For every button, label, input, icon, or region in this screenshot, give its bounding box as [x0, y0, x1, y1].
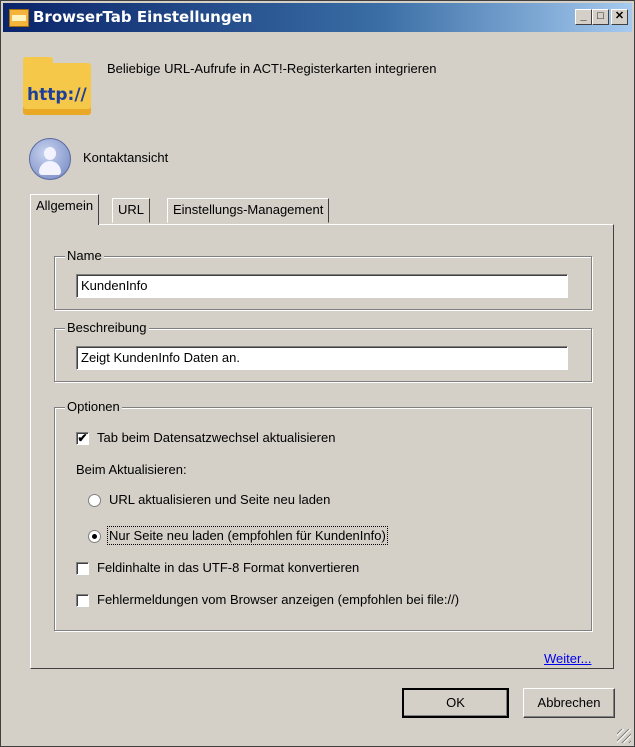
page-reload-radio[interactable] — [88, 530, 101, 543]
tab-allgemein[interactable]: Allgemein — [30, 194, 100, 225]
refresh-on-change-checkbox[interactable]: ✔ — [76, 432, 89, 445]
title-bar[interactable]: BrowserTab Einstellungen _ □ ✕ — [3, 3, 632, 32]
description-group: Beschreibung Zeigt KundenInfo Daten an. — [54, 320, 592, 382]
resize-grip-icon[interactable] — [617, 729, 631, 743]
tab-label: Allgemein — [36, 198, 94, 213]
tab-label: URL — [118, 202, 145, 217]
header-description: Beliebige URL-Aufrufe in ACT!-Registerka… — [107, 61, 437, 76]
close-button[interactable]: ✕ — [611, 9, 628, 25]
app-folder-icon — [9, 9, 29, 27]
tab-einstellungs-management[interactable]: Einstellungs-Management — [167, 198, 330, 223]
window-title: BrowserTab Einstellungen — [33, 8, 253, 26]
minimize-button[interactable]: _ — [575, 9, 592, 25]
http-icon-text: http:// — [27, 85, 87, 105]
options-group: Optionen ✔ Tab beim Datensatzwechsel akt… — [54, 399, 592, 631]
maximize-button[interactable]: □ — [592, 9, 609, 25]
options-group-legend: Optionen — [65, 399, 122, 414]
on-refresh-label: Beim Aktualisieren: — [76, 462, 187, 477]
name-input[interactable]: KundenInfo — [76, 274, 568, 298]
tab-panel-allgemein: Name KundenInfo Beschreibung Zeigt Kunde… — [30, 224, 614, 669]
url-reload-radio[interactable] — [88, 494, 101, 507]
utf8-checkbox[interactable] — [76, 562, 89, 575]
browser-errors-label[interactable]: Fehlermeldungen vom Browser anzeigen (em… — [97, 592, 459, 607]
description-input[interactable]: Zeigt KundenInfo Daten an. — [76, 346, 568, 370]
utf8-label[interactable]: Feldinhalte in das UTF-8 Format konverti… — [97, 560, 359, 575]
more-link[interactable]: Weiter... — [544, 651, 591, 666]
ok-button[interactable]: OK — [402, 688, 509, 718]
tab-label: Einstellungs-Management — [173, 202, 324, 217]
cancel-button[interactable]: Abbrechen — [523, 688, 615, 718]
dialog-window: BrowserTab Einstellungen _ □ ✕ http:// B… — [0, 0, 635, 747]
refresh-on-change-label[interactable]: Tab beim Datensatzwechsel aktualisieren — [97, 430, 335, 445]
contact-icon — [29, 138, 71, 180]
tab-url[interactable]: URL — [112, 198, 151, 223]
http-folder-icon: http:// — [23, 53, 93, 117]
page-reload-label[interactable]: Nur Seite neu laden (empfohlen für Kunde… — [107, 526, 388, 545]
context-label: Kontaktansicht — [83, 150, 169, 165]
name-group-legend: Name — [65, 248, 104, 263]
browser-errors-checkbox[interactable] — [76, 594, 89, 607]
description-group-legend: Beschreibung — [65, 320, 149, 335]
name-group: Name KundenInfo — [54, 248, 592, 310]
url-reload-label[interactable]: URL aktualisieren und Seite neu laden — [109, 492, 330, 507]
